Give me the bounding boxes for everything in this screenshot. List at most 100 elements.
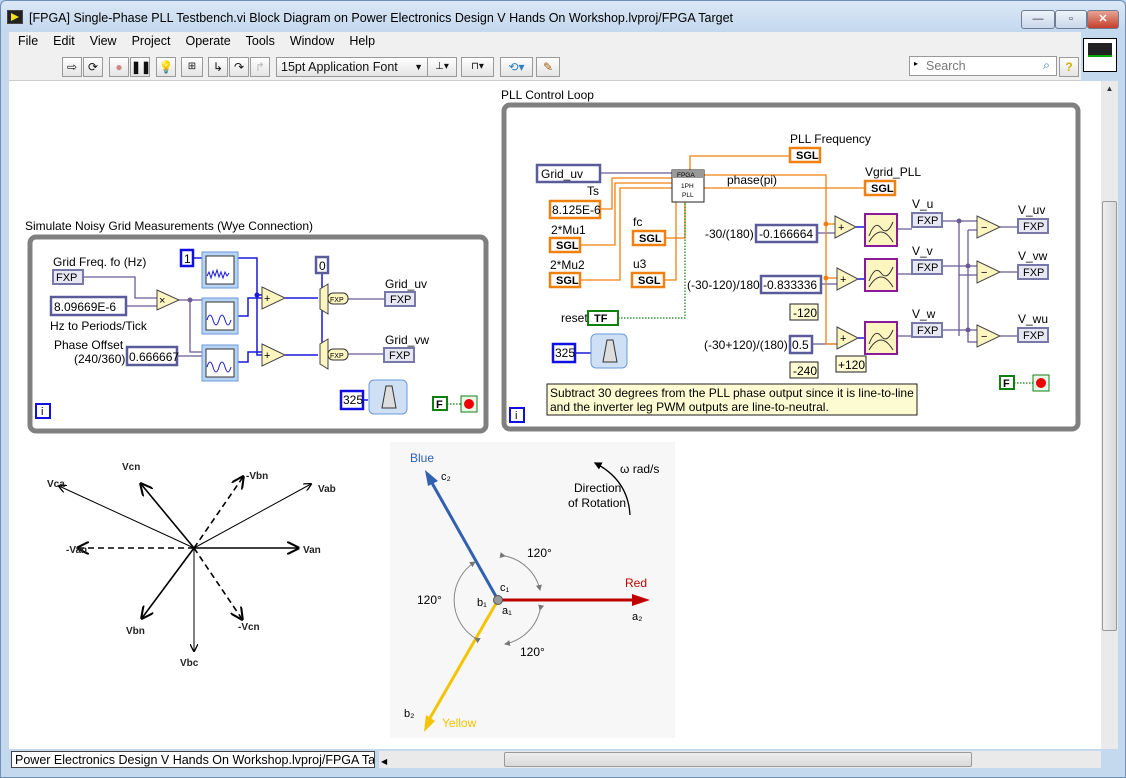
add-symbol: +: [840, 274, 846, 286]
v-wu-label: V_wu: [1018, 312, 1048, 326]
angle-label-3: 120°: [520, 645, 545, 659]
zero-constant[interactable]: 0: [319, 259, 326, 273]
pll-while-loop[interactable]: PLL Control Loop Grid_uv FPGA 1PH PLL Ts 8…: [501, 88, 1081, 432]
sgl-tag: SGL: [639, 233, 662, 245]
add-node[interactable]: +: [261, 286, 287, 310]
u3-control[interactable]: SGL: [630, 271, 666, 289]
sine-generator-subvi-2[interactable]: [201, 344, 239, 382]
grid-uv-label: Grid_uv: [385, 277, 427, 291]
fpga-tag: FPGA: [677, 172, 695, 179]
blue-label: Blue: [410, 451, 434, 465]
grid-freq-control[interactable]: FXP: [52, 269, 84, 285]
sine-generator-subvi[interactable]: [201, 297, 239, 335]
neg-vcn-vector: [193, 547, 242, 619]
subtract-node-wu[interactable]: −: [976, 324, 1002, 348]
sine-lookup-subvi-v[interactable]: [864, 258, 898, 292]
vgrid-pll-indicator[interactable]: SGL: [863, 179, 897, 197]
v-uv-indicator[interactable]: FXP: [1017, 218, 1049, 234]
phase-label: phase(pi): [727, 173, 777, 187]
vca-vector: [59, 486, 195, 549]
vab-vector: [193, 484, 311, 549]
multiply-node[interactable]: ×: [156, 289, 181, 311]
c2-label: (-30-120)/180: [687, 278, 760, 292]
sim-loop-label: Simulate Noisy Grid Measurements (Wye Co…: [25, 219, 313, 233]
hz-constant[interactable]: 8.09669E-6: [54, 300, 116, 314]
vab-label: Vab: [318, 484, 336, 495]
v-vw-indicator[interactable]: FXP: [1017, 264, 1049, 280]
v-uv-label: V_uv: [1018, 203, 1045, 217]
timer-constant[interactable]: 325: [343, 393, 363, 407]
sine-lookup-subvi-w[interactable]: [864, 321, 898, 355]
stop-condition-icon[interactable]: [1032, 374, 1050, 392]
pll-frequency-indicator[interactable]: SGL: [788, 146, 822, 164]
sine-lookup-subvi-u[interactable]: [864, 213, 898, 247]
v-wu-indicator[interactable]: FXP: [1017, 327, 1049, 343]
metronome-timer-icon[interactable]: [590, 333, 628, 369]
c1-constant[interactable]: -0.166664: [759, 227, 813, 241]
a1-label: a₁: [502, 605, 512, 617]
grid-uv-indicator[interactable]: FXP: [384, 291, 416, 307]
sim-while-loop[interactable]: Simulate Noisy Grid Measurements (Wye Co…: [25, 219, 489, 434]
mu1-label: 2*Mu1: [551, 223, 586, 237]
subtract-node-uv[interactable]: −: [976, 215, 1002, 239]
fxp-conversion-node[interactable]: FXP: [319, 283, 349, 315]
mu2-control[interactable]: SGL: [548, 271, 582, 289]
fxp-tag: FXP: [56, 272, 77, 284]
v-w-label: V_w: [912, 307, 936, 321]
reset-control[interactable]: TF: [587, 310, 619, 326]
reset-label: reset: [561, 311, 588, 325]
vcn-label: Vcn: [122, 462, 140, 473]
grid-vw-indicator[interactable]: FXP: [383, 347, 415, 363]
phase-constant[interactable]: 0.666667: [129, 350, 179, 364]
v-v-label: V_v: [912, 244, 933, 258]
pll-frequency-label: PLL Frequency: [790, 132, 871, 146]
fxp-tag: FXP: [917, 215, 938, 227]
v-w-indicator[interactable]: FXP: [911, 322, 943, 338]
vbn-label: Vbn: [126, 626, 145, 637]
noise-constant[interactable]: 1: [184, 252, 191, 266]
c3-label: (-30+120)/(180): [704, 338, 788, 352]
tf-tag: TF: [594, 313, 608, 325]
pll-timer-constant[interactable]: 325: [555, 346, 575, 360]
v-u-label: V_u: [912, 197, 933, 211]
neg-vbn-label: -Vbn: [246, 471, 268, 482]
subtract-node-vw[interactable]: −: [976, 260, 1002, 284]
pll-subvi[interactable]: FPGA 1PH PLL: [671, 169, 705, 203]
fc-label: fc: [633, 215, 642, 229]
add-symbol: +: [840, 333, 846, 345]
m120-note: -120: [793, 306, 817, 320]
noise-generator-subvi[interactable]: [201, 251, 239, 289]
c2-constant[interactable]: -0.833336: [763, 278, 817, 292]
stop-constant[interactable]: F: [436, 399, 443, 411]
grid-uv-local-variable[interactable]: Grid_uv: [535, 163, 602, 184]
c3-constant[interactable]: 0.5: [792, 338, 809, 352]
add-node-v[interactable]: +: [836, 267, 860, 291]
vcn-vector: [141, 484, 195, 549]
u3-label: u3: [633, 257, 647, 271]
omega-label: ω rad/s: [620, 462, 659, 476]
v-v-indicator[interactable]: FXP: [911, 259, 943, 275]
fxp-conversion-node-2[interactable]: FXP: [319, 338, 349, 370]
mu1-control[interactable]: SGL: [548, 236, 582, 254]
pll-text: 1PH: [681, 183, 694, 190]
add-node-u[interactable]: +: [834, 215, 858, 239]
hz-label: Hz to Periods/Tick: [50, 319, 148, 333]
direction-label-2: of Rotation: [568, 496, 626, 510]
ts-constant[interactable]: 8.125E-6: [552, 203, 601, 217]
pll-stop-constant[interactable]: F: [1003, 378, 1010, 390]
sgl-tag: SGL: [638, 275, 661, 287]
sgl-tag: SGL: [556, 240, 579, 252]
add-node-w[interactable]: +: [836, 326, 860, 350]
metronome-timer-icon[interactable]: [368, 379, 408, 415]
b1-label: b₁: [477, 597, 487, 609]
v-vw-label: V_vw: [1018, 249, 1048, 263]
grid-vw-label: Grid_vw: [385, 333, 429, 347]
b2-label: b₂: [404, 708, 414, 720]
fc-control[interactable]: SGL: [631, 229, 667, 247]
v-u-indicator[interactable]: FXP: [911, 212, 943, 228]
iteration-terminal: i: [515, 410, 517, 422]
p120-note: +120: [838, 358, 865, 372]
m240-note: -240: [793, 364, 817, 378]
stop-condition-icon[interactable]: [460, 395, 478, 413]
add-node-2[interactable]: +: [261, 343, 287, 367]
